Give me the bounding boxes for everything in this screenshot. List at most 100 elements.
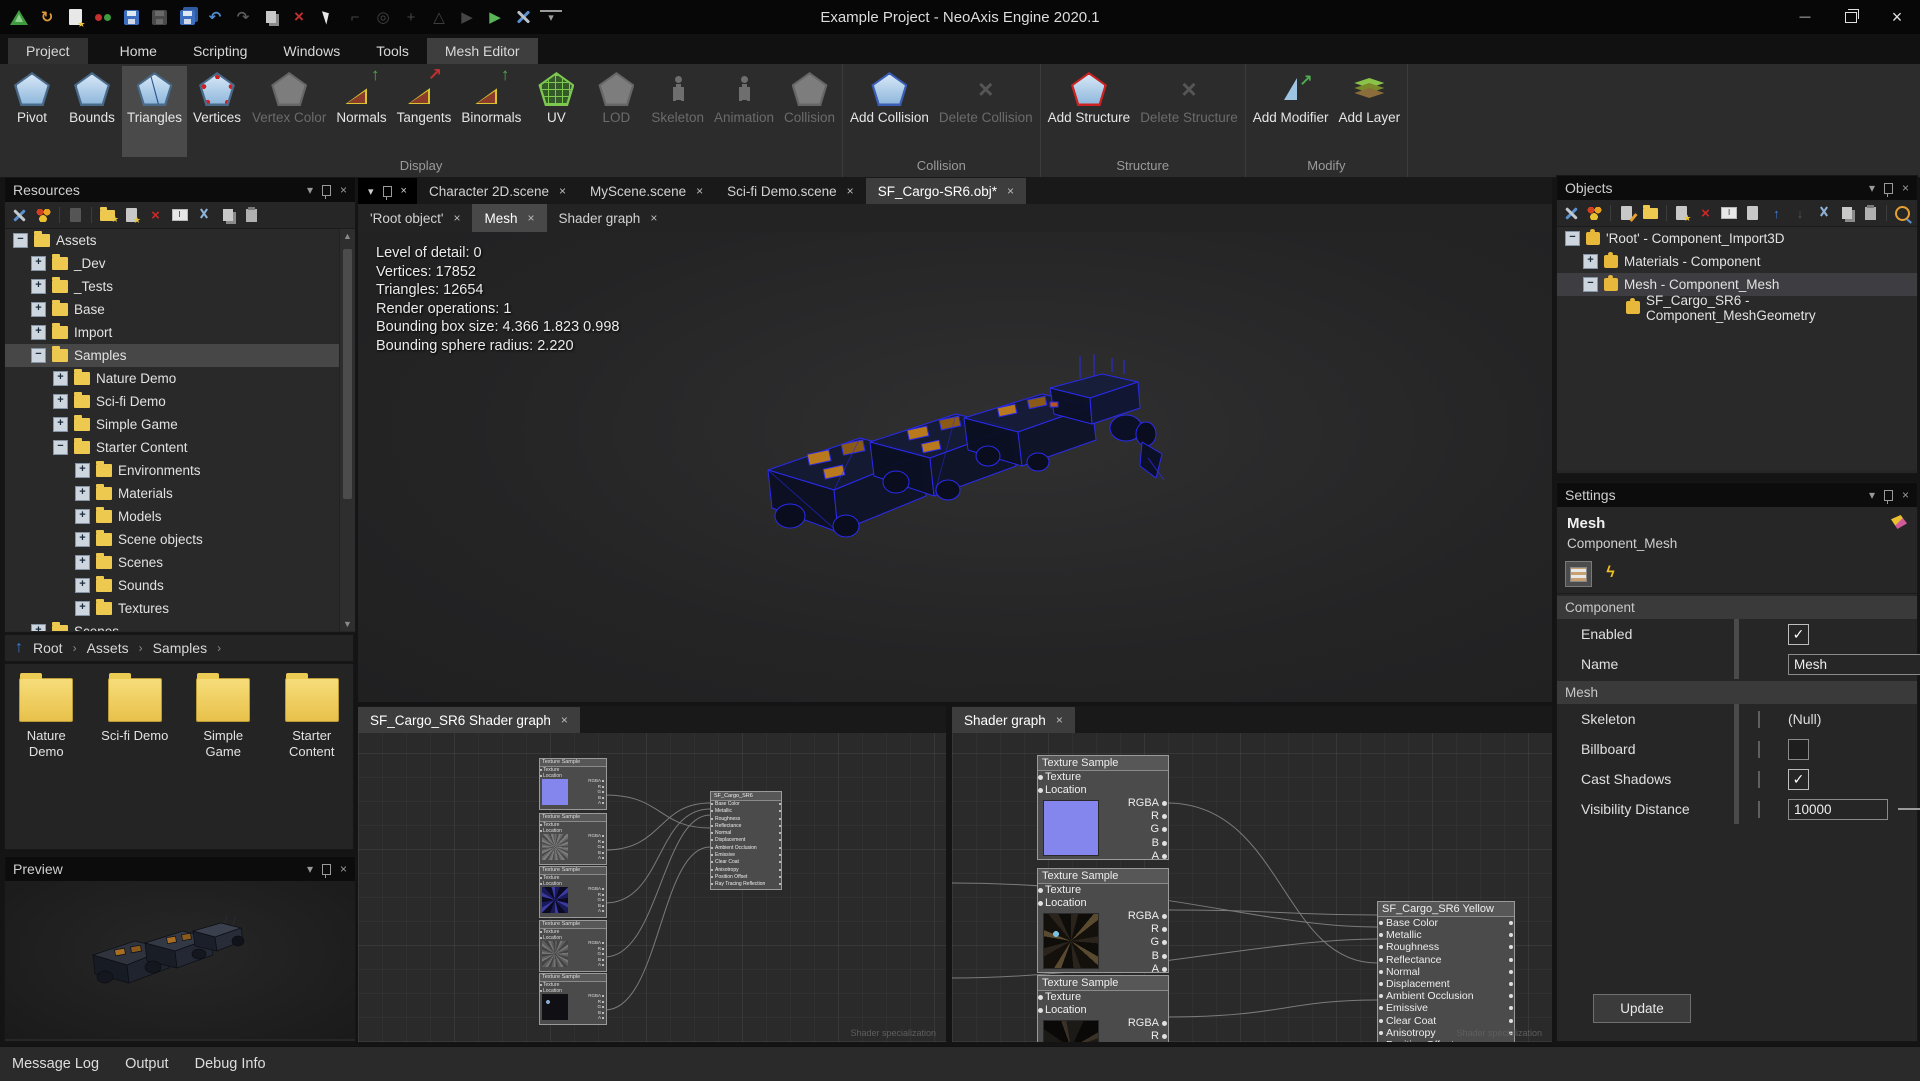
tab-close-icon[interactable]: × <box>696 184 703 198</box>
output-port[interactable]: A <box>588 855 604 861</box>
output-port[interactable]: G <box>1122 823 1168 836</box>
graph-canvas-right[interactable]: Texture Sample Texture Location RGBARGBA… <box>952 733 1552 1042</box>
doc-tab-sf-cargo[interactable]: SF_Cargo-SR6.obj*× <box>866 178 1026 204</box>
properties-view-button[interactable] <box>1565 561 1592 587</box>
panel-menu-icon[interactable]: ▾ <box>1869 181 1875 195</box>
tree-item-samples[interactable]: −Samples <box>5 344 355 367</box>
collapse-icon[interactable]: − <box>13 233 28 248</box>
output-port[interactable]: A <box>588 1015 604 1021</box>
pin-icon[interactable] <box>383 186 392 197</box>
cast-shadows-checkbox[interactable]: ✓ <box>1788 769 1809 790</box>
link-pins-icon[interactable] <box>92 6 114 28</box>
folder-icon[interactable] <box>1642 205 1659 222</box>
graph-tab-shader-graph[interactable]: Shader graph× <box>952 707 1075 733</box>
tree-item-scene-objects[interactable]: +Scene objects <box>5 528 355 551</box>
scroll-up-icon[interactable]: ▲ <box>343 229 352 243</box>
output-port[interactable]: A <box>1122 850 1168 863</box>
object-item-sf-cargo-sr6[interactable]: SF_Cargo_SR6 - Component_MeshGeometry <box>1557 296 1917 319</box>
enabled-checkbox[interactable]: ✓ <box>1788 624 1809 645</box>
delete-icon[interactable]: × <box>147 207 164 224</box>
duplicate-icon[interactable] <box>260 6 282 28</box>
status-tab-debug-info[interactable]: Debug Info <box>195 1056 266 1072</box>
node-port[interactable]: Clear Coat <box>711 859 781 866</box>
reference-box[interactable] <box>1758 771 1760 788</box>
node-port[interactable]: Displacement <box>1378 978 1514 990</box>
rename-icon[interactable]: I <box>1721 205 1738 222</box>
ribbon-button-normals[interactable]: ↑ Normals <box>331 66 391 157</box>
tab-mesh-editor[interactable]: Mesh Editor <box>427 38 538 64</box>
paste-icon[interactable] <box>1863 205 1880 222</box>
dock-close-icon[interactable]: × <box>401 185 407 197</box>
nav-up-icon[interactable]: ↑ <box>15 639 23 657</box>
select-cursor-icon[interactable] <box>316 6 338 28</box>
output-port[interactable]: B <box>1122 837 1168 850</box>
cut-icon[interactable] <box>195 207 212 224</box>
output-port[interactable]: A <box>588 800 604 806</box>
output-port[interactable]: RGBA <box>1122 910 1168 923</box>
node-port[interactable]: Clear Coat <box>1378 1015 1514 1027</box>
tab-close-icon[interactable]: × <box>650 211 657 225</box>
pin-icon[interactable] <box>1884 490 1893 501</box>
tile-starter-content[interactable]: Starter Content <box>277 678 348 760</box>
texture-sample-node[interactable]: Texture Sample Texture Location RGBARGBA <box>539 866 607 918</box>
pin-icon[interactable] <box>322 185 331 196</box>
tree-item-tests[interactable]: +_Tests <box>5 275 355 298</box>
delete-icon[interactable]: × <box>288 6 310 28</box>
node-port[interactable]: Base Color <box>711 801 781 808</box>
node-port[interactable]: Position Offset <box>711 874 781 881</box>
output-port[interactable]: G <box>1122 936 1168 949</box>
ribbon-button-bounds[interactable]: Bounds <box>62 66 122 157</box>
ribbon-button-vertices[interactable]: Vertices <box>187 66 247 157</box>
doc-tab-scifi-demo[interactable]: Sci-fi Demo.scene× <box>715 178 866 204</box>
input-port[interactable]: Location <box>1038 784 1168 797</box>
tree-item-scenes-sub[interactable]: +Scenes <box>5 551 355 574</box>
scroll-down-icon[interactable]: ▼ <box>343 617 352 631</box>
cut-icon[interactable] <box>1815 205 1832 222</box>
texture-sample-node[interactable]: Texture Sample Texture Location RGBARGBA <box>1037 868 1169 973</box>
output-port[interactable]: A <box>1122 963 1168 976</box>
node-port[interactable]: Ray Tracing Reflection <box>711 881 781 888</box>
reference-box[interactable] <box>1758 801 1760 818</box>
output-port[interactable]: B <box>1122 950 1168 963</box>
expand-icon[interactable]: + <box>75 463 90 478</box>
input-port[interactable]: Texture <box>1038 991 1168 1004</box>
texture-sample-node[interactable]: Texture Sample Texture Location RGBARGBA <box>1037 755 1169 860</box>
skeleton-value[interactable]: (Null) <box>1788 711 1917 727</box>
expand-icon[interactable]: + <box>75 532 90 547</box>
output-port[interactable]: A <box>588 908 604 914</box>
expand-icon[interactable]: + <box>53 394 68 409</box>
ribbon-button-uv[interactable]: UV <box>526 66 586 157</box>
preview-viewport[interactable] <box>5 881 355 1039</box>
panel-menu-icon[interactable]: ▾ <box>307 183 313 197</box>
tree-item-textures[interactable]: +Textures <box>5 597 355 620</box>
input-port[interactable]: Location <box>1038 897 1168 910</box>
tools-icon[interactable] <box>1563 205 1580 222</box>
expand-icon[interactable]: + <box>75 578 90 593</box>
visibility-distance-slider[interactable] <box>1898 800 1920 818</box>
ribbon-button-tangents[interactable]: ↗ Tangents <box>392 66 457 157</box>
expand-icon[interactable]: + <box>31 325 46 340</box>
minimize-button[interactable]: — <box>1782 0 1828 34</box>
tab-close-icon[interactable]: × <box>1007 184 1014 198</box>
sub-tab-root-object[interactable]: 'Root object'× <box>358 204 472 232</box>
tab-close-icon[interactable]: × <box>1056 713 1063 727</box>
breadcrumb-samples[interactable]: Samples <box>153 640 207 656</box>
tab-scripting[interactable]: Scripting <box>175 38 265 64</box>
tree-item-scifi-demo[interactable]: +Sci-fi Demo <box>5 390 355 413</box>
tree-item-import[interactable]: +Import <box>5 321 355 344</box>
input-port[interactable]: Texture <box>1038 884 1168 897</box>
reference-box[interactable] <box>1758 711 1760 728</box>
tree-item-simple-game[interactable]: +Simple Game <box>5 413 355 436</box>
clone-icon[interactable] <box>1744 205 1761 222</box>
copy-icon[interactable] <box>219 207 236 224</box>
tab-close-icon[interactable]: × <box>453 211 460 225</box>
move-up-icon[interactable]: ↑ <box>1768 205 1785 222</box>
tab-close-icon[interactable]: × <box>561 713 568 727</box>
input-port[interactable]: Location <box>1038 1004 1168 1017</box>
tab-windows[interactable]: Windows <box>265 38 358 64</box>
pin-icon[interactable] <box>1884 183 1893 194</box>
new-folder-icon[interactable] <box>99 207 116 224</box>
expand-icon[interactable]: + <box>31 302 46 317</box>
doc-tab-character-2d[interactable]: Character 2D.scene× <box>417 178 578 204</box>
status-tab-message-log[interactable]: Message Log <box>12 1056 99 1072</box>
